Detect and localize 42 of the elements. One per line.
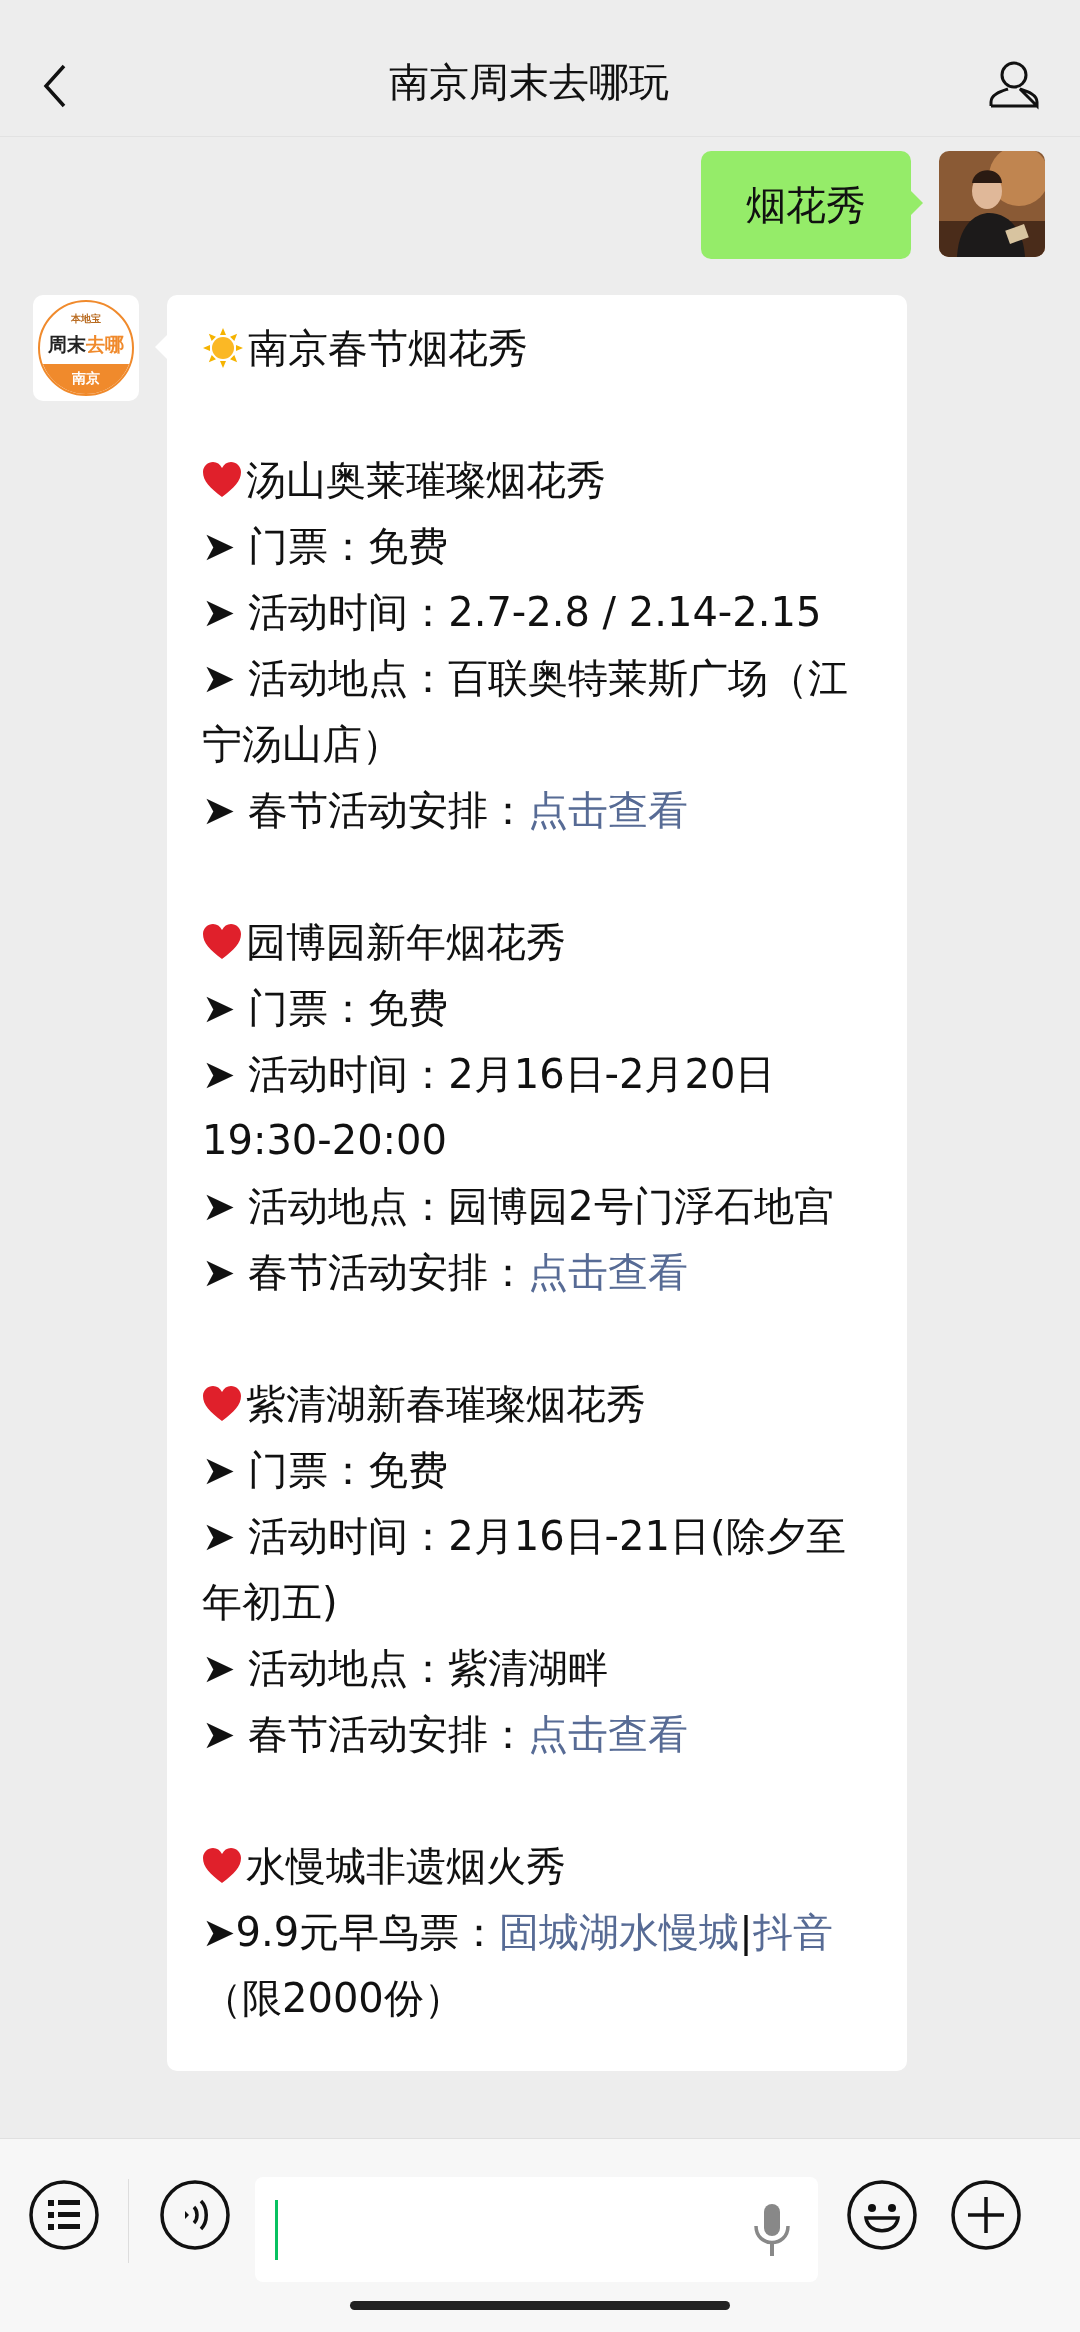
microphone-icon[interactable] <box>752 2201 792 2258</box>
info-text: ➤ 活动时间：2.7-2.8 / 2.14-2.15 <box>202 589 822 635</box>
emoji-button[interactable] <box>846 2179 918 2251</box>
info-text: ➤ 活动地点：百联奥特莱斯广场（江宁汤山店） <box>202 655 849 767</box>
heart-icon <box>202 1385 242 1423</box>
info-text: （限2000份） <box>202 1975 464 2021</box>
info-text: ➤ 活动时间：2月16日-2月20日 19:30-20:00 <box>202 1051 776 1163</box>
link[interactable]: 抖音 <box>752 1909 833 1955</box>
logo-text: 本地宝 <box>71 312 101 326</box>
link[interactable]: 固城湖水慢城 <box>499 1909 740 1955</box>
event-title: 汤山奥莱璀璨烟花秀 <box>246 456 606 505</box>
info-text: ➤ 门票：免费 <box>202 1447 449 1493</box>
info-text: ➤9.9元早鸟票： <box>202 1909 500 1955</box>
info-text: | <box>739 1909 753 1955</box>
info-text: ➤ 门票：免费 <box>202 985 449 1031</box>
link[interactable]: 点击查看 <box>528 787 689 833</box>
info-text: ➤ 春节活动安排： <box>202 1249 529 1295</box>
info-text: ➤ 活动地点：紫清湖畔 <box>202 1645 609 1691</box>
event-title: 园博园新年烟花秀 <box>246 918 566 967</box>
logo-text: 周末去哪 <box>48 332 124 357</box>
heart-icon <box>202 1847 242 1885</box>
link[interactable]: 点击查看 <box>528 1249 689 1295</box>
add-button[interactable] <box>950 2179 1022 2251</box>
heart-icon <box>202 461 242 499</box>
event-title: 水慢城非遗烟火秀 <box>246 1842 566 1891</box>
account-logo[interactable]: 本地宝 周末去哪 南京 <box>33 295 139 401</box>
info-text: ➤ 活动时间：2月16日-21日(除夕至年初五) <box>202 1513 846 1625</box>
reply-heading: 南京春节烟花秀 <box>248 324 528 373</box>
info-text: ➤ 活动地点：园博园2号门浮石地宫 <box>202 1183 834 1229</box>
event-title: 紫清湖新春璀璨烟花秀 <box>246 1380 646 1429</box>
chat-title: 南京周末去哪玩 <box>389 58 669 107</box>
voice-button[interactable] <box>159 2179 231 2251</box>
info-text: ➤ 春节活动安排： <box>202 787 529 833</box>
heart-icon <box>202 923 242 961</box>
sent-message: 烟花秀 <box>701 151 911 259</box>
info-text: ➤ 春节活动安排： <box>202 1711 529 1757</box>
info-text: ➤ 门票：免费 <box>202 523 449 569</box>
message-input[interactable] <box>255 2177 818 2282</box>
bubble-tail <box>911 191 923 215</box>
link[interactable]: 点击查看 <box>528 1711 689 1757</box>
menu-button[interactable] <box>28 2179 100 2251</box>
sun-icon <box>202 327 244 369</box>
